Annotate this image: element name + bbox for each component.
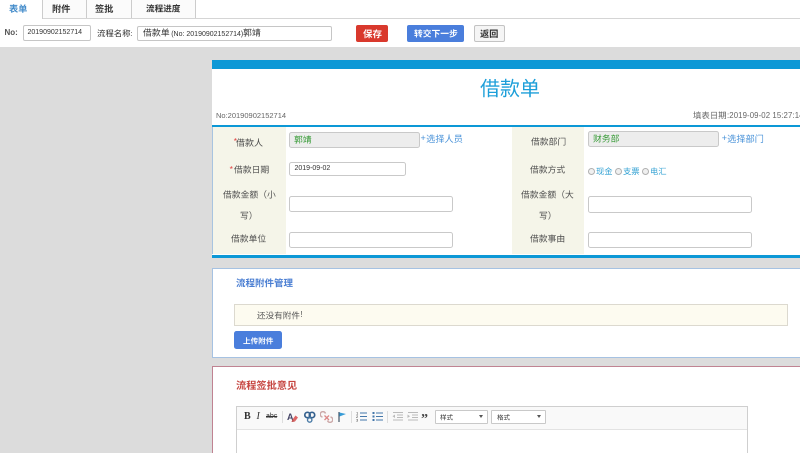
svg-text:3: 3 xyxy=(356,418,359,423)
